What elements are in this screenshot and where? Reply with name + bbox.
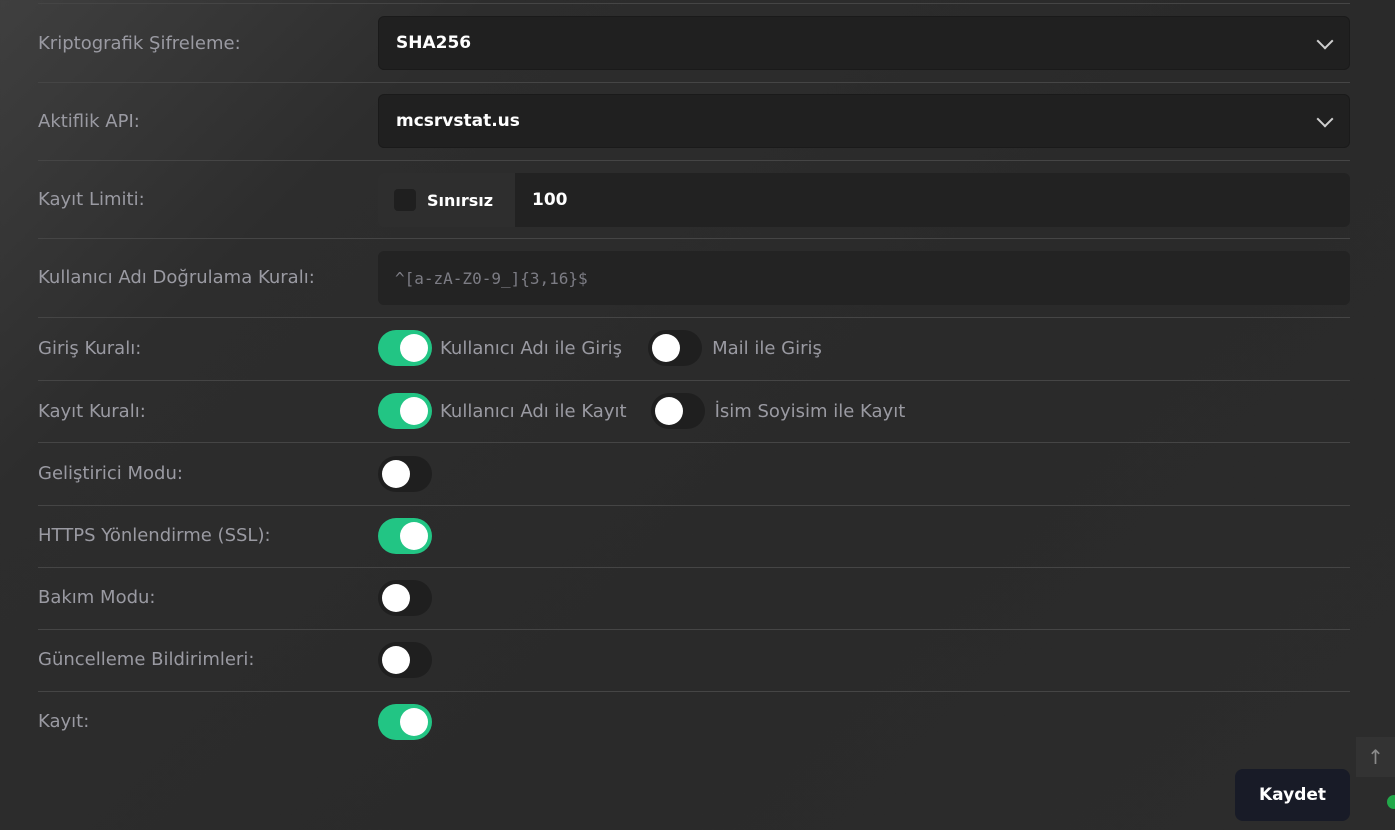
toggle-knob [652, 334, 681, 362]
update-notifications-row: Güncelleme Bildirimleri: [38, 630, 1350, 692]
save-button[interactable]: Kaydet [1235, 769, 1350, 821]
crypto-select-value: SHA256 [396, 33, 472, 53]
toggle-knob [400, 522, 428, 550]
toggle-knob [400, 397, 428, 425]
unlimited-addon[interactable]: Sınırsız [378, 173, 515, 227]
activity-api-select-value: mcsrvstat.us [396, 111, 520, 131]
username-rule-input[interactable]: ^[a-zA-Z0-9_]{3,16}$ [378, 251, 1350, 305]
unlimited-checkbox[interactable] [394, 189, 416, 211]
register-fullname-label: İsim Soyisim ile Kayıt [714, 400, 906, 422]
developer-mode-row: Geliştirici Modu: [38, 443, 1350, 506]
registration-label: Kayıt: [38, 711, 90, 732]
crypto-row: Kriptografik Şifreleme: SHA256 [38, 3, 1350, 83]
register-fullname-toggle[interactable] [650, 393, 705, 429]
register-rule-options: Kullanıcı Adı ile Kayıt İsim Soyisim ile… [378, 393, 905, 429]
developer-mode-label: Geliştirici Modu: [38, 463, 183, 484]
registration-row: Kayıt: [38, 692, 1350, 754]
activity-api-row: Aktiflik API: mcsrvstat.us [38, 83, 1350, 161]
registration-toggle[interactable] [378, 704, 432, 740]
login-mail-label: Mail ile Giriş [712, 337, 822, 359]
update-notifications-toggle[interactable] [378, 642, 432, 678]
maintenance-mode-row: Bakım Modu: [38, 568, 1350, 630]
settings-form: Kriptografik Şifreleme: SHA256 Aktiflik … [38, 0, 1350, 754]
scroll-top-button[interactable]: ↑ [1356, 737, 1395, 777]
toggle-knob [382, 584, 410, 612]
login-mail-toggle[interactable] [648, 330, 703, 366]
maintenance-mode-label: Bakım Modu: [38, 587, 156, 608]
username-rule-row: Kullanıcı Adı Doğrulama Kuralı: ^[a-zA-Z… [38, 239, 1350, 318]
register-limit-row: Kayıt Limiti: Sınırsız 100 [38, 161, 1350, 239]
toggle-knob [400, 334, 428, 362]
https-redirect-label: HTTPS Yönlendirme (SSL): [38, 525, 271, 546]
toggle-knob [654, 397, 683, 425]
login-rule-label: Giriş Kuralı: [38, 338, 142, 359]
update-notifications-label: Güncelleme Bildirimleri: [38, 649, 255, 670]
unlimited-label: Sınırsız [427, 190, 494, 210]
chevron-down-icon [1316, 32, 1334, 50]
toggle-knob [400, 708, 428, 736]
login-username-toggle[interactable] [378, 330, 432, 366]
register-rule-row: Kayıt Kuralı: Kullanıcı Adı ile Kayıt İs… [38, 381, 1350, 443]
username-rule-label: Kullanıcı Adı Doğrulama Kuralı: [38, 267, 315, 288]
register-limit-group: Sınırsız 100 [378, 173, 1350, 227]
register-username-toggle[interactable] [378, 393, 432, 429]
login-username-label: Kullanıcı Adı ile Giriş [440, 337, 623, 359]
login-rule-row: Giriş Kuralı: Kullanıcı Adı ile Giriş Ma… [38, 318, 1350, 381]
toggle-knob [382, 460, 410, 488]
https-redirect-toggle[interactable] [378, 518, 432, 554]
register-limit-label: Kayıt Limiti: [38, 189, 145, 210]
crypto-select[interactable]: SHA256 [378, 16, 1350, 70]
activity-api-label: Aktiflik API: [38, 111, 140, 132]
username-rule-placeholder: ^[a-zA-Z0-9_]{3,16}$ [395, 268, 588, 288]
crypto-label: Kriptografik Şifreleme: [38, 33, 241, 54]
register-limit-input[interactable]: 100 [515, 173, 1350, 227]
https-redirect-row: HTTPS Yönlendirme (SSL): [38, 506, 1350, 568]
login-rule-options: Kullanıcı Adı ile Giriş Mail ile Giriş [378, 330, 822, 366]
developer-mode-toggle[interactable] [378, 456, 432, 492]
status-indicator [1387, 795, 1395, 809]
register-rule-label: Kayıt Kuralı: [38, 401, 146, 422]
maintenance-mode-toggle[interactable] [378, 580, 432, 616]
toggle-knob [382, 646, 410, 674]
activity-api-select[interactable]: mcsrvstat.us [378, 94, 1350, 148]
chevron-down-icon [1316, 110, 1334, 128]
arrow-up-icon: ↑ [1367, 745, 1384, 769]
register-username-label: Kullanıcı Adı ile Kayıt [440, 400, 627, 422]
register-limit-value: 100 [532, 190, 568, 210]
